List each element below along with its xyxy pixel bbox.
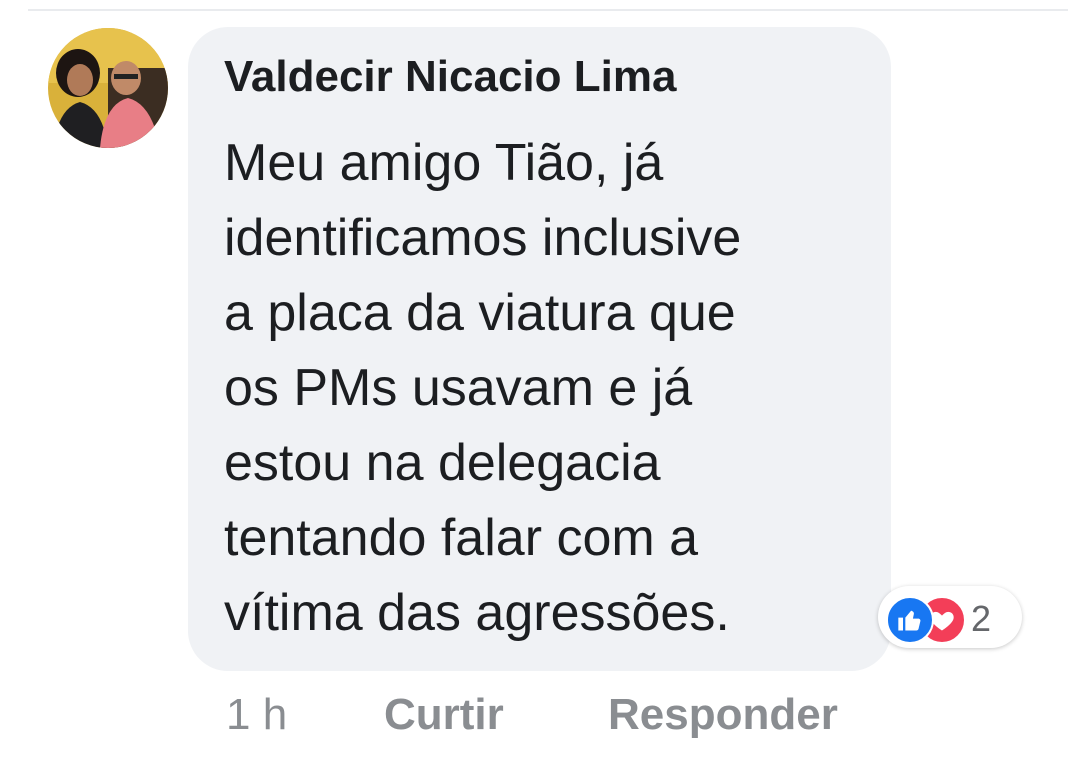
reply-button[interactable]: Responder xyxy=(608,690,838,740)
comment-text-line: identificamos inclusive xyxy=(224,209,742,267)
comment-text: Meu amigo Tião, já identificamos inclusi… xyxy=(224,126,874,651)
comment-author[interactable]: Valdecir Nicacio Lima xyxy=(224,52,676,102)
reactions-summary[interactable]: 2 xyxy=(878,586,1022,648)
comment-timestamp[interactable]: 1 h xyxy=(226,690,287,740)
like-icon xyxy=(886,596,934,644)
reaction-count: 2 xyxy=(971,598,992,639)
comment-text-line: os PMs usavam e já xyxy=(224,359,693,417)
comment-text-line: Meu amigo Tião, já xyxy=(224,134,664,192)
comment-text-line: vítima das agressões. xyxy=(224,584,730,642)
avatar[interactable] xyxy=(48,28,168,148)
like-button[interactable]: Curtir xyxy=(384,690,504,740)
comment-text-line: tentando falar com a xyxy=(224,509,699,567)
comment-text-line: a placa da viatura que xyxy=(224,284,736,342)
comment-text-line: estou na delegacia xyxy=(224,434,661,492)
top-divider xyxy=(28,9,1068,11)
